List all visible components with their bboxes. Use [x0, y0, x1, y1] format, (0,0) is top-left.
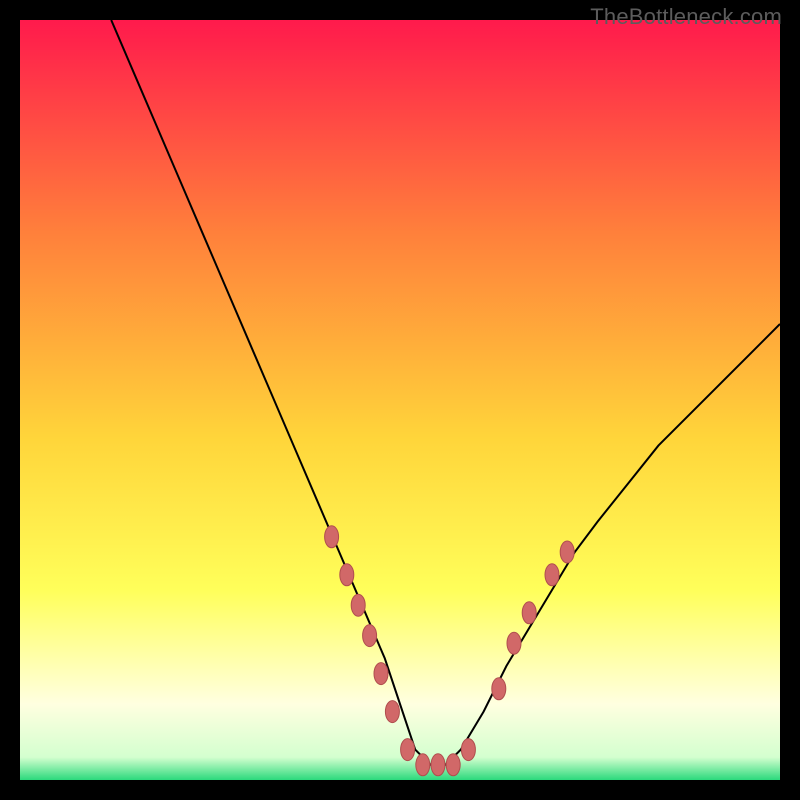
marker-dot: [351, 594, 365, 616]
chart-frame: TheBottleneck.com: [0, 0, 800, 800]
marker-dot: [385, 701, 399, 723]
marker-dot: [492, 678, 506, 700]
marker-dot: [461, 739, 475, 761]
marker-dot: [374, 663, 388, 685]
marker-dot: [560, 541, 574, 563]
gradient-background: [20, 20, 780, 780]
marker-dot: [507, 632, 521, 654]
marker-dot: [431, 754, 445, 776]
watermark-text: TheBottleneck.com: [590, 4, 782, 30]
marker-dot: [522, 602, 536, 624]
chart-canvas: [20, 20, 780, 780]
marker-dot: [545, 564, 559, 586]
marker-dot: [401, 739, 415, 761]
marker-dot: [325, 526, 339, 548]
marker-dot: [416, 754, 430, 776]
marker-dot: [446, 754, 460, 776]
marker-dot: [363, 625, 377, 647]
marker-dot: [340, 564, 354, 586]
